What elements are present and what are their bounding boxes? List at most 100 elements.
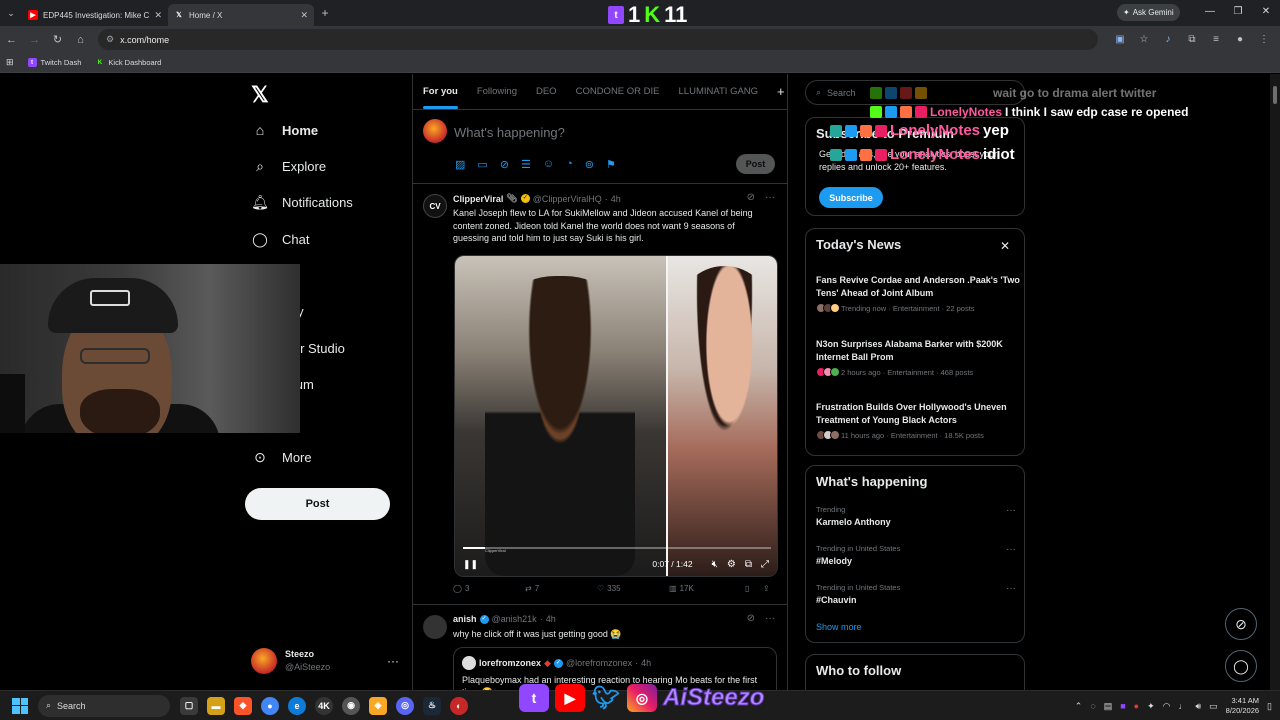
wifi-icon[interactable]: ◠ [1163,701,1171,712]
tab-lluminati-gang[interactable]: LLUMINATI GANG [679,86,759,97]
windows-start-icon[interactable] [12,697,28,714]
app-icon[interactable]: ◈ [369,696,387,715]
chrome-icon[interactable]: ● [261,696,279,715]
audio-icon[interactable]: ♪ [1156,34,1180,45]
browser-tab-x[interactable]: 𝕏 Home / X ✕ [168,4,314,26]
tray-app-icon[interactable]: ✦ [1147,701,1155,712]
site-info-icon[interactable]: ⚙ [106,34,114,45]
edge-icon[interactable]: e [288,696,306,715]
page-scrollbar[interactable] [1270,74,1280,690]
cast-icon[interactable]: ▣ [1108,34,1132,45]
x-logo-icon[interactable]: 𝕏 [251,82,269,108]
trend-item[interactable]: Trending Karmelo Anthony ··· [816,505,1016,527]
video-player[interactable]: ClipperViral ❚❚ 0:07 / 1:42 🔇︎ ⚙ ⧉ ⤢ [454,255,778,577]
compose-post-button[interactable]: Post [736,154,775,174]
app-icon[interactable]: ◐ [450,696,468,715]
trend-item[interactable]: Trending in United States #Chauvin ··· [816,583,1016,605]
bookmark-twitch-dash[interactable]: t Twitch Dash [27,58,81,67]
grok-float-button[interactable]: ⊘ [1225,608,1257,640]
chevron-up-icon[interactable]: ⌃ [1075,701,1083,712]
settings-icon[interactable]: ⚙ [727,559,736,570]
reload-icon[interactable]: ↻ [46,33,69,46]
image-icon[interactable]: ▨ [455,158,465,171]
fullscreen-icon[interactable]: ⤢ [761,559,769,570]
grok-icon[interactable]: ⊘ [747,613,755,624]
tweet-handle[interactable]: @anish21k [492,614,537,624]
gif-icon[interactable]: ▭ [477,158,487,171]
nav-home[interactable]: ⌂ Home [251,122,318,138]
network-icon[interactable]: ▭ [1209,701,1218,712]
video-progress-bar[interactable] [463,547,771,549]
tweet-handle[interactable]: @ClipperViralHQ [533,194,602,204]
nav-explore[interactable]: ⌕ Explore [251,158,326,175]
scrollbar-thumb[interactable] [1273,86,1277,104]
add-tab-icon[interactable]: + [777,84,785,99]
tray-app-icon[interactable]: ▤ [1104,701,1113,712]
clock[interactable]: 3:41 AM 8/20/2026 [1226,696,1259,716]
more-dots-icon[interactable]: ··· [765,613,775,624]
news-item[interactable]: Frustration Builds Over Hollywood's Unev… [816,401,1021,440]
more-dots-icon[interactable]: ··· [765,192,775,203]
tab-condone-or-die[interactable]: CONDONE OR DIE [576,86,660,97]
reply-button[interactable]: ◯ 3 [453,584,525,593]
tweet-time[interactable]: 4h [611,194,621,204]
brave-icon[interactable]: ◆ [234,696,252,715]
nav-chat[interactable]: ◯ Chat [251,231,309,248]
like-button[interactable]: ♡ 335 [597,584,669,593]
media-icon[interactable]: ≡ [1204,34,1228,45]
flag-icon[interactable]: ⚑ [606,158,616,171]
more-dots-icon[interactable]: ··· [1006,583,1016,594]
poll-icon[interactable]: ☰ [521,158,531,171]
pip-icon[interactable]: ⧉ [745,559,752,570]
tray-app-icon[interactable]: ■ [1120,701,1125,711]
tweet[interactable]: CV ClipperViral 📎︎ ✓ @ClipperViralHQ · 4… [413,184,787,605]
close-tab-icon[interactable]: ✕ [154,10,162,21]
news-item[interactable]: N3on Surprises Alabama Barker with $200K… [816,338,1021,377]
close-window-icon[interactable]: ✕ [1252,0,1280,26]
notification-icon[interactable]: ▯ [1267,701,1272,712]
discord-icon[interactable]: ◎ [396,696,414,715]
grok-icon[interactable]: ⊘ [747,192,755,203]
browser-tab-youtube[interactable]: ▶ EDP445 Investigation: Mike Clu ✕ [22,4,168,26]
close-icon[interactable]: ✕ [1000,239,1010,253]
forward-icon[interactable]: → [23,34,46,46]
file-explorer-icon[interactable]: ▬ [207,696,225,715]
maximize-icon[interactable]: ❐ [1224,0,1252,26]
trend-item[interactable]: Trending in United States #Melody ··· [816,544,1016,566]
schedule-icon[interactable]: ◔ [566,158,573,171]
tweet[interactable]: anish ✓ @anish21k · 4h ⊘ ··· why he clic… [413,605,787,690]
close-tab-icon[interactable]: ✕ [300,10,308,21]
show-more-link[interactable]: Show more [816,622,862,632]
compose-input[interactable]: What's happening? [454,125,565,140]
tab-following[interactable]: Following [477,86,517,97]
views-button[interactable]: ▥ 17K [669,584,745,593]
bookmark-star-icon[interactable]: ☆ [1132,34,1156,45]
task-view-icon[interactable]: ▢ [180,696,198,715]
back-icon[interactable]: ← [0,34,23,46]
bookmark-tweet-icon[interactable]: ▯ [745,584,763,593]
repost-button[interactable]: ⇄ 7 [525,584,597,593]
tweet-author[interactable]: anish [453,614,477,624]
more-dots-icon[interactable]: ··· [1006,544,1016,555]
ask-gemini-button[interactable]: ✦ Ask Gemini [1117,4,1180,21]
share-icon[interactable]: ⇪ [763,584,770,593]
tray-app-icon[interactable]: ● [1134,701,1139,711]
tray-app-icon[interactable]: ◌ [1090,701,1095,711]
bookmark-kick-dashboard[interactable]: K Kick Dashboard [95,58,162,67]
location-icon[interactable]: ⊚ [585,158,594,171]
subscribe-button[interactable]: Subscribe [819,187,883,208]
tab-search-button[interactable]: ⌄ [0,0,22,26]
apps-icon[interactable]: ⊞ [6,57,14,68]
nav-more[interactable]: ⊙ More [251,449,312,466]
profile-avatar-icon[interactable]: ● [1228,34,1252,45]
tab-for-you[interactable]: For you [423,86,458,109]
menu-icon[interactable]: ⋮ [1252,34,1276,45]
tweet-time[interactable]: 4h [546,614,556,624]
emoji-icon[interactable]: ☺ [543,158,554,171]
new-tab-button[interactable]: + [314,6,336,20]
account-switcher[interactable]: Steezo @AiSteezo ··· [251,648,399,674]
tweet-author[interactable]: ClipperViral [453,194,503,204]
pause-icon[interactable]: ❚❚ [463,559,478,570]
volume-icon[interactable]: 🔊︎ [1195,701,1201,712]
more-dots-icon[interactable]: ··· [1006,505,1016,516]
